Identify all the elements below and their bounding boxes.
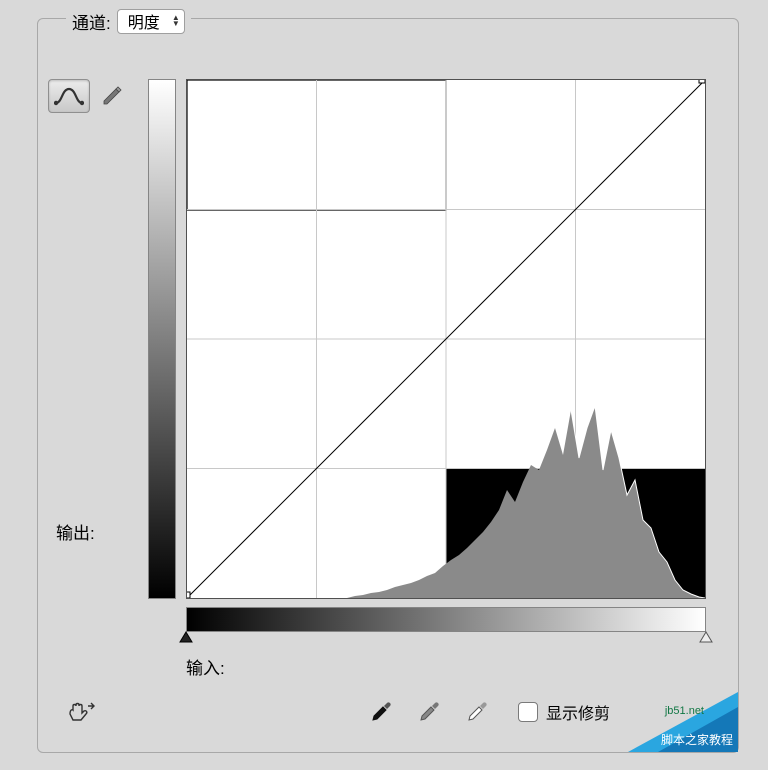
black-point-eyedropper[interactable] [368, 699, 394, 725]
channel-selected-value: 明度 [128, 9, 160, 33]
output-gradient [148, 79, 176, 599]
channel-select[interactable]: 明度 ▲▼ [117, 9, 185, 34]
white-point-eyedropper[interactable] [464, 699, 490, 725]
pencil-tool-button[interactable] [98, 79, 126, 113]
select-arrows-icon: ▲▼ [172, 15, 180, 27]
gray-point-eyedropper[interactable] [416, 699, 442, 725]
show-clipping-checkbox[interactable] [518, 702, 538, 722]
targeted-adjustment-button[interactable] [60, 697, 100, 727]
eyedropper-white-icon [464, 699, 490, 725]
hand-icon [64, 700, 96, 724]
curves-fieldset: 通道: 明度 ▲▼ [37, 18, 739, 753]
pencil-icon [101, 85, 123, 107]
input-black-slider[interactable] [179, 630, 193, 644]
eyedropper-gray-icon [416, 699, 442, 725]
input-gradient [186, 607, 706, 632]
curve-tool-button[interactable] [48, 79, 90, 113]
watermark-line1: jb51.net [664, 705, 704, 717]
output-label: 输出: [56, 519, 95, 544]
curve-icon [54, 85, 84, 107]
input-label: 输入: [186, 654, 225, 679]
channel-label: 通道: [72, 9, 111, 34]
watermark: jb51.net 脚本之家教程 [588, 692, 738, 752]
curves-graph[interactable] [186, 79, 706, 599]
input-slider-track[interactable] [186, 632, 706, 648]
curves-svg [187, 80, 705, 598]
watermark-line2: 脚本之家教程 [661, 732, 733, 747]
input-white-slider[interactable] [699, 630, 713, 644]
eyedropper-black-icon [368, 699, 394, 725]
